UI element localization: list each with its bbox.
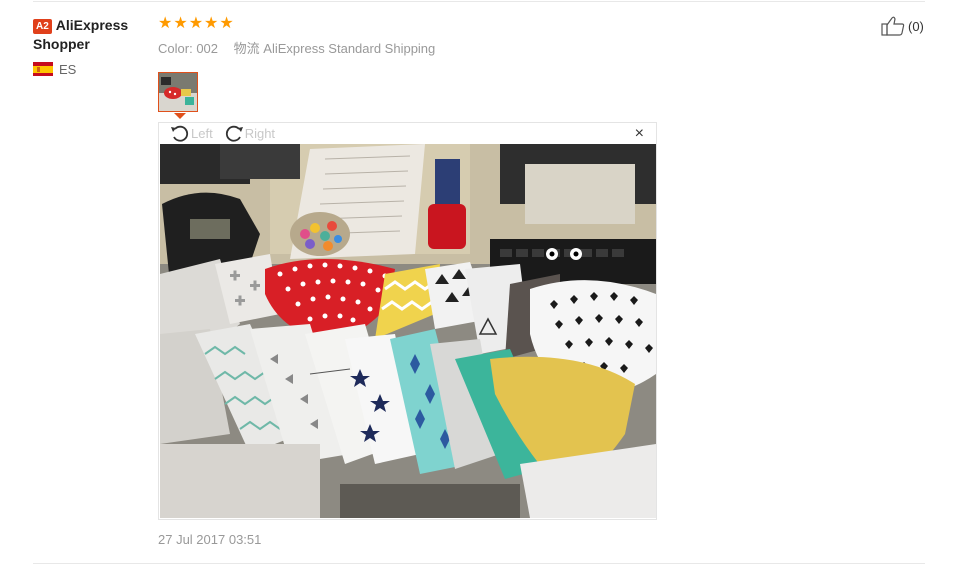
star-icon: ★ — [173, 15, 188, 32]
rotate-left-label: Left — [191, 125, 213, 141]
close-viewer-button[interactable]: × — [635, 126, 644, 142]
rotate-left-button[interactable]: Left — [169, 123, 213, 143]
reviewer-info: A2 AliExpress Shopper ES — [33, 16, 143, 77]
rotate-right-icon — [225, 125, 243, 142]
star-icon: ★ — [188, 15, 204, 32]
spain-flag-icon — [33, 62, 53, 76]
reviewer-name-block: A2 AliExpress Shopper — [33, 16, 143, 54]
star-rating: ★ ★ ★ ★ ★ — [158, 15, 234, 32]
shipping-label: 物流 — [233, 41, 260, 56]
photo-viewer: Left Right × — [158, 122, 657, 520]
review-photo-thumbnail[interactable] — [158, 72, 198, 112]
review-date: 27 Jul 2017 03:51 — [158, 532, 262, 547]
rotate-right-button[interactable]: Right — [223, 123, 275, 143]
bandana-bibs-photo — [160, 144, 656, 518]
color-value: 002 — [196, 41, 219, 56]
thumbs-up-icon — [881, 16, 905, 36]
thumbnail-selected-pointer — [174, 113, 186, 119]
shipping-info: 物流 AliExpress Standard Shipping — [234, 41, 436, 56]
buyer-level-badge: A2 — [33, 19, 52, 34]
review-photo — [160, 144, 656, 518]
divider-top — [33, 1, 925, 2]
star-icon: ★ — [158, 15, 173, 32]
reviewer-country: ES — [33, 61, 143, 77]
divider-bottom — [33, 563, 925, 564]
viewer-toolbar: Left Right — [169, 123, 285, 143]
star-icon: ★ — [219, 15, 234, 32]
helpful-count: (0) — [908, 18, 924, 34]
star-icon: ★ — [204, 15, 219, 32]
color-label: Color: — [158, 41, 193, 56]
rotate-right-label: Right — [244, 125, 276, 141]
helpful-button[interactable]: (0) — [881, 16, 924, 36]
review-meta: Color: 002 物流 AliExpress Standard Shippi… — [158, 38, 435, 57]
rotate-left-icon — [171, 125, 189, 142]
shipping-value: AliExpress Standard Shipping — [263, 41, 436, 56]
country-code: ES — [59, 61, 77, 77]
